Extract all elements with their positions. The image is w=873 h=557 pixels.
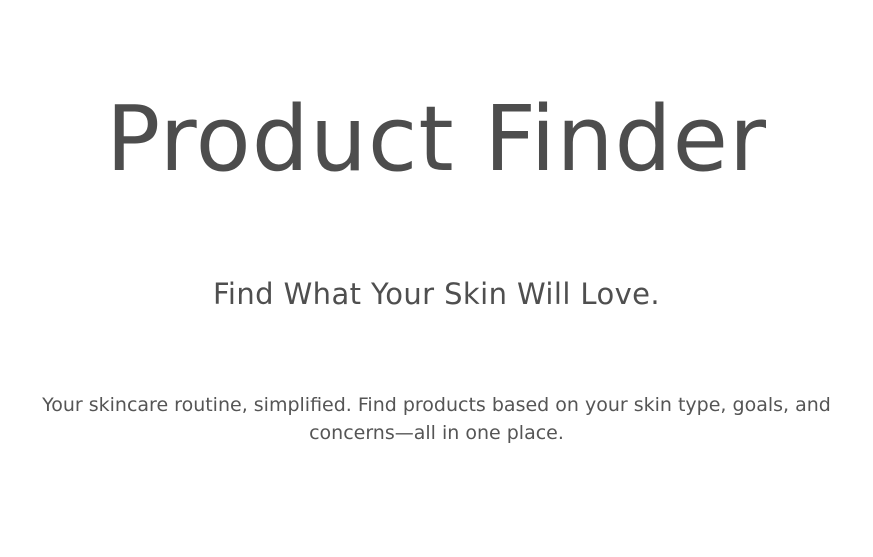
product-finder-hero: Product Finder Find What Your Skin Will … [0,0,873,557]
page-title: Product Finder [105,87,768,192]
page-description: Your skincare routine, simplified. Find … [42,394,831,444]
page-subtitle: Find What Your Skin Will Love. [212,277,661,311]
